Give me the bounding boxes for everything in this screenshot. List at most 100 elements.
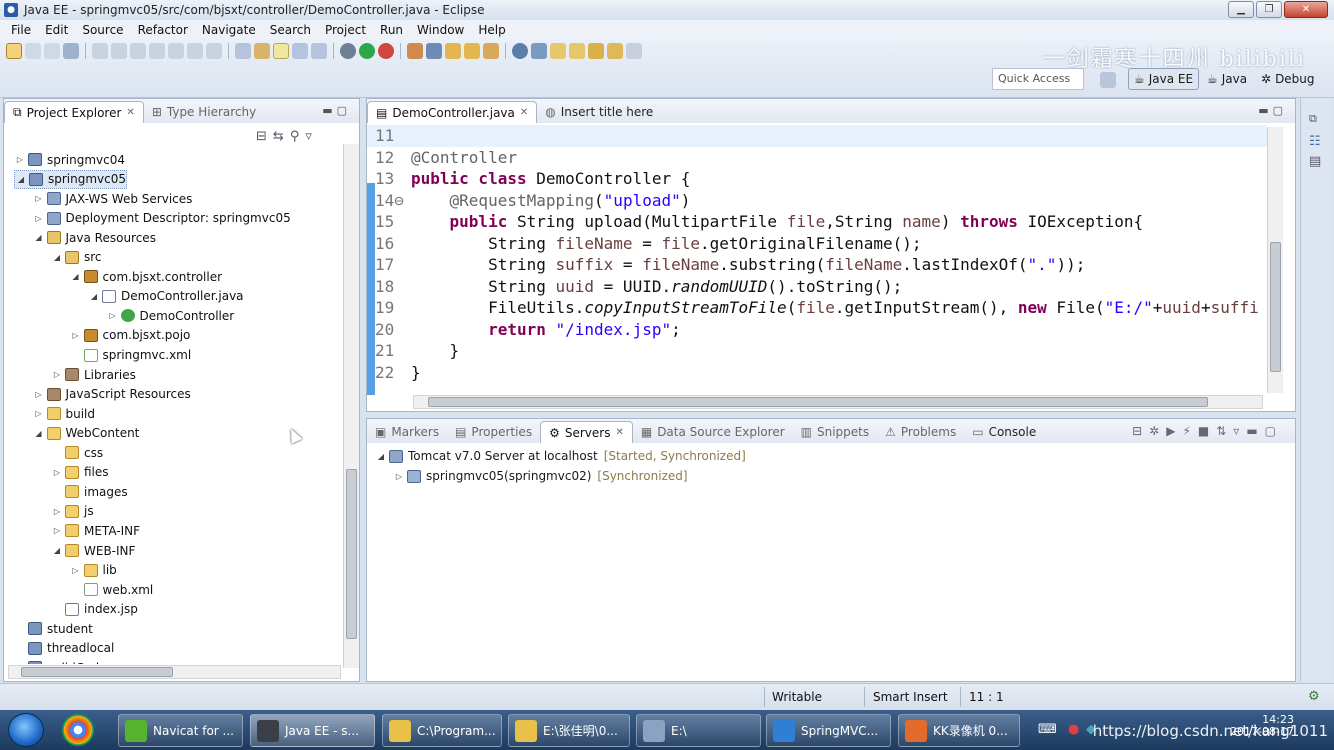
code-line[interactable]: 20 return "/index.jsp"; [367,319,1267,341]
debug-server-icon[interactable]: ✲ [1149,424,1166,438]
tab-project-explorer[interactable]: ⧉ Project Explorer ✕ [4,101,144,123]
run-icon[interactable] [359,43,375,59]
taskbar-task[interactable]: C:\Program... [382,714,502,747]
task-list-icon[interactable]: ▤ [1309,154,1321,169]
taskbar-task[interactable]: Navicat for ... [118,714,243,747]
step-over-icon[interactable] [187,43,203,59]
tab-console[interactable]: ▭ Console [964,421,1044,443]
minimize-view-icon[interactable]: ▬ [1258,104,1272,117]
menu-help[interactable]: Help [471,23,512,37]
menu-source[interactable]: Source [75,23,130,37]
tree-item[interactable]: ▷ DemoController [107,306,234,325]
step-into-icon[interactable] [168,43,184,59]
quick-access-input[interactable]: Quick Access [992,68,1084,90]
new-java-project-icon[interactable] [426,43,442,59]
collapsed-twisty-icon[interactable]: ▷ [33,409,45,418]
taskbar-task[interactable]: E:\ [636,714,761,747]
publish-icon[interactable]: ⇅ [1216,424,1233,438]
perspective-java[interactable]: ☕ Java [1202,68,1252,90]
tray-antivirus-icon[interactable]: ● [1068,722,1079,737]
expanded-twisty-icon[interactable]: ◢ [375,452,387,461]
menu-run[interactable]: Run [373,23,410,37]
annotation-next-icon[interactable] [550,43,566,59]
restore-icon[interactable]: ⧉ [1309,112,1317,126]
close-icon[interactable]: ✕ [520,107,528,118]
collapsed-twisty-icon[interactable]: ▷ [107,311,119,320]
new-package-icon[interactable] [445,43,461,59]
editor-horizontal-scrollbar[interactable] [413,395,1263,409]
back-icon[interactable] [588,43,604,59]
tree-item[interactable]: ▷ lib [70,561,116,580]
tree-item[interactable]: springmvc.xml [70,346,191,365]
scrollbar-thumb[interactable] [346,469,357,639]
tree-item[interactable]: ◢ DemoController.java [88,287,244,306]
tree-item[interactable]: ▷ com.bjsxt.pojo [70,326,190,345]
step-return-icon[interactable] [206,43,222,59]
collapsed-twisty-icon[interactable]: ▷ [51,370,63,379]
collapsed-twisty-icon[interactable]: ▷ [393,472,405,481]
external-tools-icon[interactable] [378,43,394,59]
profile-server-icon[interactable]: ⚡ [1182,424,1197,438]
tree-item[interactable]: web.xml [70,580,153,599]
tree-item[interactable]: images [51,482,128,501]
save-all-icon[interactable] [44,43,60,59]
menu-project[interactable]: Project [318,23,373,37]
tab-democontroller-java[interactable]: ▤ DemoController.java ✕ [367,101,538,123]
outline-icon[interactable]: ☷ [1309,134,1321,149]
code-line[interactable]: 14⊖ @RequestMapping("upload") [367,190,1267,212]
tree-item[interactable]: ◢ springmvc05 [14,169,128,189]
expanded-twisty-icon[interactable]: ◢ [33,429,45,438]
code-line[interactable]: 12 @Controller [367,147,1267,169]
filter-icon[interactable]: ⚲ [290,129,306,144]
collapse-icon[interactable]: ⊟ [1132,424,1149,438]
tree-item[interactable]: css [51,443,103,462]
minimize-view-icon[interactable]: ▬ [322,104,336,117]
tree-item[interactable]: ◢ WEB-INF [51,541,136,560]
toggle-mark-icon[interactable] [273,43,289,59]
show-whitespace-icon[interactable] [292,43,308,59]
collapsed-twisty-icon[interactable]: ▷ [51,507,63,516]
pin-icon[interactable] [254,43,270,59]
explorer-horizontal-scrollbar[interactable] [8,665,341,679]
skip-breakpoints-icon[interactable] [92,43,108,59]
server-row[interactable]: ◢ Tomcat v7.0 Server at localhost [Start… [375,446,746,466]
last-edit-icon[interactable] [607,43,623,59]
tree-item[interactable]: ▷ files [51,463,109,482]
taskbar-task[interactable]: Java EE - s... [250,714,375,747]
tree-item[interactable]: ◢ Java Resources [33,228,156,247]
view-menu-icon[interactable]: ▿ [305,129,318,144]
close-icon[interactable]: ✕ [615,427,623,438]
tree-item[interactable]: threadlocal [14,639,114,658]
tree-item[interactable]: ▷ JavaScript Resources [33,385,190,404]
view-menu-icon[interactable]: ▿ [1233,424,1246,438]
code-line[interactable]: 18 String uuid = UUID.randomUUID().toStr… [367,276,1267,298]
explorer-vertical-scrollbar[interactable] [343,144,359,668]
menu-navigate[interactable]: Navigate [195,23,263,37]
menu-window[interactable]: Window [410,23,471,37]
link-with-editor-icon[interactable]: ⇆ [273,129,290,144]
maximize-button[interactable]: ❐ [1256,1,1282,18]
expanded-twisty-icon[interactable]: ◢ [33,233,45,242]
maximize-view-icon[interactable]: ▢ [1273,104,1287,117]
scrollbar-thumb[interactable] [428,397,1208,407]
new-server-icon[interactable] [407,43,423,59]
tab-data-source-explorer[interactable]: ▦ Data Source Explorer [633,421,793,443]
menu-refactor[interactable]: Refactor [131,23,195,37]
taskbar-task[interactable]: SpringMVC... [766,714,891,747]
tree-item[interactable]: index.jsp [51,600,138,619]
code-line[interactable]: 21 } [367,340,1267,362]
new-class-icon[interactable] [464,43,480,59]
terminate-icon[interactable] [149,43,165,59]
tab-insert-title-here[interactable]: ◍ Insert title here [537,101,661,123]
close-icon[interactable]: ✕ [126,107,134,118]
collapsed-twisty-icon[interactable]: ▷ [70,331,82,340]
editor-vertical-scrollbar[interactable] [1267,127,1283,393]
forward-icon[interactable] [626,43,642,59]
collapsed-twisty-icon[interactable]: ▷ [33,214,45,223]
block-select-icon[interactable] [311,43,327,59]
collapsed-twisty-icon[interactable]: ▷ [14,155,26,164]
maximize-view-icon[interactable]: ▢ [1265,424,1283,438]
suspend-icon[interactable] [130,43,146,59]
taskbar-task[interactable]: E:\张佳明\0... [508,714,630,747]
tree-item[interactable]: student [14,619,93,638]
